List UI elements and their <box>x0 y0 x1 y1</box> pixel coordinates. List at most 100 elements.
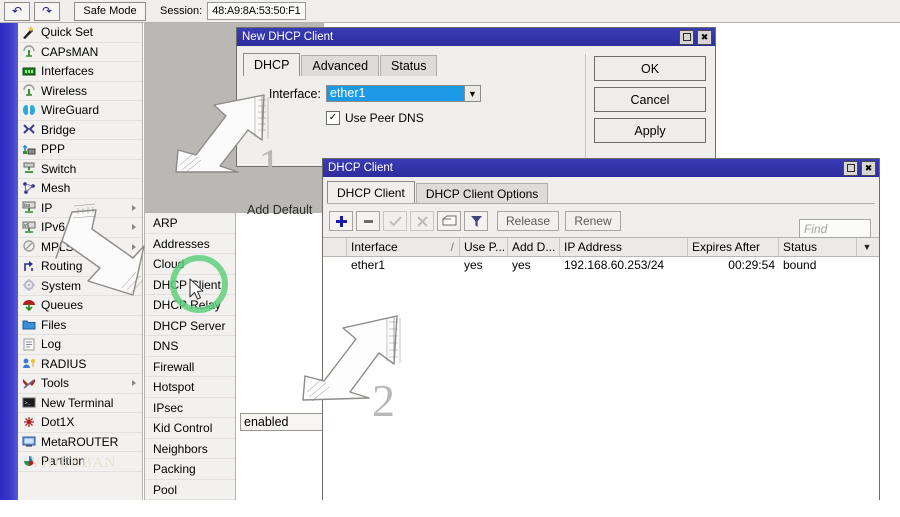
sidebar-item-files[interactable]: Files <box>18 316 142 335</box>
sidebar-item-dot1x[interactable]: Dot1X <box>18 413 142 433</box>
tools-icon <box>22 377 36 390</box>
ip-submenu-item-ipsec[interactable]: IPsec <box>145 398 235 418</box>
sidebar-item-ip[interactable]: iss IP <box>18 199 142 218</box>
col-ip-address[interactable]: IP Address <box>560 238 688 256</box>
ppp-icon <box>22 143 36 156</box>
use-peer-dns-label: Use Peer DNS <box>345 111 424 125</box>
sidebar-item-wireguard[interactable]: WireGuard <box>18 101 142 121</box>
interface-value: ether1 <box>327 86 464 101</box>
ip-submenu-item-packing[interactable]: Packing <box>145 459 235 480</box>
sidebar-item-ppp[interactable]: PPP <box>18 140 142 160</box>
remove-button[interactable] <box>356 211 380 231</box>
chevron-down-icon[interactable]: ▼ <box>857 238 877 256</box>
step-number-1: 1 <box>258 139 281 190</box>
tab-status[interactable]: Status <box>380 55 438 76</box>
tab-advanced[interactable]: Advanced <box>301 55 380 76</box>
col-add-default-route[interactable]: Add D... <box>508 238 560 256</box>
ip-submenu-item-firewall[interactable]: Firewall <box>145 357 235 377</box>
sidebar-item-wireless[interactable]: Wireless <box>18 82 142 101</box>
ip-submenu-item-dns[interactable]: DNS <box>145 336 235 357</box>
ok-button-label: OK <box>640 61 660 76</box>
enable-button[interactable] <box>383 211 407 231</box>
ip-submenu-item-kid-control[interactable]: Kid Control <box>145 418 235 439</box>
main-menu-sidebar: Quick Set CAPsMAN Interfaces Wireless WireGu… <box>18 23 143 500</box>
renew-button[interactable]: Renew <box>565 211 622 231</box>
ip-submenu-item-cloud[interactable]: Cloud <box>145 254 235 275</box>
release-button[interactable]: Release <box>497 211 560 231</box>
col-use-peer-dns[interactable]: Use P... <box>460 238 508 256</box>
ip-submenu-item-arp[interactable]: ARP <box>145 213 235 234</box>
ip-submenu-item-addresses[interactable]: Addresses <box>145 234 235 254</box>
undo-button[interactable]: ↶ <box>4 1 30 21</box>
table-header: Interface / Use P... Add D... IP Address… <box>323 237 879 257</box>
chevron-down-icon[interactable]: ▼ <box>464 86 480 101</box>
comment-button[interactable] <box>437 211 461 231</box>
sidebar-item-capsman[interactable]: CAPsMAN <box>18 43 142 62</box>
tab-dhcp-label: DHCP <box>254 58 290 72</box>
sidebar-item-queues[interactable]: Queues <box>18 296 142 316</box>
col-expires-after[interactable]: Expires After <box>688 238 779 256</box>
wireguard-icon <box>22 104 36 117</box>
sidebar-item-mesh[interactable]: Mesh <box>18 179 142 199</box>
find-input[interactable]: Find <box>799 219 871 238</box>
redo-button[interactable]: ↷ <box>34 1 60 21</box>
safe-mode-button[interactable]: Safe Mode <box>74 1 146 21</box>
top-toolbar: ↶ ↷ Safe Mode Session: 48:A9:8A:53:50:F1 <box>0 0 900 23</box>
metarouter-icon <box>22 435 36 448</box>
ip-submenu-item-dhcp-relay[interactable]: DHCP Relay <box>145 295 235 316</box>
safe-mode-label: Safe Mode <box>83 5 137 17</box>
dhcp-client-toolbar: Release Renew <box>323 204 879 235</box>
ip-submenu-item-pool[interactable]: Pool <box>145 480 235 500</box>
sidebar-item-bridge[interactable]: Bridge <box>18 121 142 140</box>
col-interface-label: Interface <box>351 240 398 254</box>
interface-select[interactable]: ether1 ▼ <box>326 85 481 102</box>
sidebar-item-mpls[interactable]: MPLS <box>18 238 142 257</box>
sidebar-item-interfaces[interactable]: Interfaces <box>18 62 142 82</box>
dialog-divider <box>585 54 586 164</box>
maximize-icon[interactable] <box>679 29 694 45</box>
use-peer-dns-checkbox[interactable]: ✓ <box>326 111 340 125</box>
apply-button[interactable]: Apply <box>594 118 706 143</box>
tab-dhcp[interactable]: DHCP <box>243 53 301 76</box>
filter-button[interactable] <box>464 211 488 231</box>
sidebar-item-ipv6[interactable]: v6 IPv6 <box>18 218 142 238</box>
new-dhcp-client-window: New DHCP Client ✖ DHCP Advanced Status I… <box>236 27 716 167</box>
renew-button-label: Renew <box>574 214 612 228</box>
tab-dhcp-client-options[interactable]: DHCP Client Options <box>415 183 549 203</box>
close-icon[interactable]: ✖ <box>861 160 876 176</box>
cancel-button-label: Cancel <box>630 92 670 107</box>
sidebar-item-label: Quick Set <box>41 25 94 40</box>
chevron-right-icon <box>132 263 136 270</box>
ip-submenu-item-dhcp-client[interactable]: DHCP Client <box>145 275 235 295</box>
chevron-right-icon <box>132 224 136 231</box>
sidebar-item-metarouter[interactable]: MetaROUTER <box>18 433 142 452</box>
disable-button[interactable] <box>410 211 434 231</box>
sidebar-item-new-terminal[interactable]: >_ New Terminal <box>18 394 142 413</box>
close-icon[interactable]: ✖ <box>697 29 712 45</box>
sidebar-item-radius[interactable]: RADIUS <box>18 355 142 374</box>
new-dhcp-client-title: New DHCP Client <box>242 31 334 43</box>
bridge-icon <box>22 123 36 136</box>
ip-submenu-item-hotspot[interactable]: Hotspot <box>145 377 235 398</box>
sidebar-item-label: PPP <box>41 142 66 157</box>
tab-dhcp-client[interactable]: DHCP Client <box>327 181 415 203</box>
sidebar-item-quick-set[interactable]: Quick Set <box>18 23 142 43</box>
sidebar-item-tools[interactable]: Tools <box>18 374 142 394</box>
add-button[interactable] <box>329 211 353 231</box>
ip-submenu-item-dhcp-server[interactable]: DHCP Server <box>145 316 235 336</box>
ok-button[interactable]: OK <box>594 56 706 81</box>
sidebar-item-routing[interactable]: Routing <box>18 257 142 277</box>
table-row[interactable]: ether1 yes yes 192.168.60.253/24 00:29:5… <box>323 257 879 274</box>
col-interface[interactable]: Interface / <box>347 238 460 256</box>
maximize-icon[interactable] <box>843 160 858 176</box>
sidebar-item-label: Dot1X <box>41 415 75 430</box>
new-dhcp-client-titlebar: New DHCP Client ✖ <box>237 28 715 46</box>
sidebar-item-label: System <box>41 278 82 293</box>
sidebar-item-system[interactable]: System <box>18 277 142 296</box>
col-status[interactable]: Status <box>779 238 857 256</box>
ip-submenu-item-neighbors[interactable]: Neighbors <box>145 439 235 459</box>
sidebar-item-log[interactable]: Log <box>18 335 142 355</box>
cancel-button[interactable]: Cancel <box>594 87 706 112</box>
release-button-label: Release <box>506 214 551 228</box>
sidebar-item-switch[interactable]: Switch <box>18 160 142 179</box>
